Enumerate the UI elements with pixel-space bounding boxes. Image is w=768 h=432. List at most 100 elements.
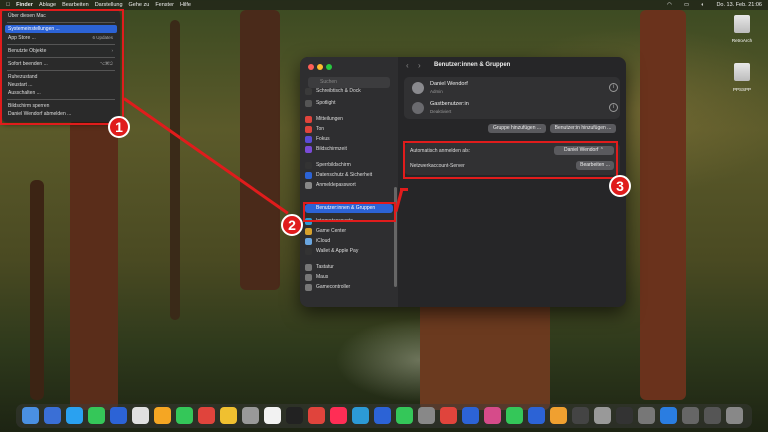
mail-icon[interactable]: [110, 407, 127, 424]
sidebar-item-label: Sperrbildschirm: [316, 162, 351, 168]
desktop-icon-label: RetroArch: [731, 38, 753, 43]
sidebar-item[interactable]: Wallet & Apple Pay: [305, 247, 393, 256]
dock: [16, 404, 752, 428]
system-settings-icon[interactable]: [440, 407, 457, 424]
facetime-icon[interactable]: [176, 407, 193, 424]
annotation-box-3: [403, 141, 618, 179]
user-row-admin[interactable]: Daniel Wendorf Admin i: [412, 79, 622, 99]
podcasts-icon[interactable]: [330, 407, 347, 424]
sidebar-item[interactable]: Game Center: [305, 227, 393, 236]
messages-icon[interactable]: [88, 407, 105, 424]
maps-icon[interactable]: [132, 407, 149, 424]
add-group-button[interactable]: Gruppe hinzufügen ...: [488, 124, 546, 133]
sidebar-item-label: Ton: [316, 126, 325, 132]
sidebar-item-icon: [305, 126, 312, 133]
user-row-guest[interactable]: Gastbenutzer:in Deaktiviert i: [412, 99, 622, 119]
sidebar-item-icon: [305, 284, 312, 291]
tree-trunk: [70, 120, 118, 410]
sidebar-item[interactable]: Fokus: [305, 135, 393, 144]
sidebar-item-icon: [305, 100, 312, 107]
xcode-icon[interactable]: [462, 407, 479, 424]
freeform-icon[interactable]: [264, 407, 281, 424]
forward-icon[interactable]: ›: [418, 61, 421, 70]
avatar: [412, 82, 424, 94]
preview-icon[interactable]: [660, 407, 677, 424]
terminal-icon[interactable]: [616, 407, 633, 424]
control-center-icon[interactable]: ◐: [701, 0, 704, 10]
menu-hilfe[interactable]: Hilfe: [180, 0, 191, 10]
guest-avatar: [412, 102, 424, 114]
wifi-icon[interactable]: ◠: [667, 0, 672, 10]
photos-icon[interactable]: [154, 407, 171, 424]
audio-icon[interactable]: [572, 407, 589, 424]
sidebar-item[interactable]: iCloud: [305, 237, 393, 246]
sidebar-item[interactable]: Mitteilungen: [305, 115, 393, 124]
game-icon[interactable]: [484, 407, 501, 424]
annotation-line: [400, 188, 408, 191]
sidebar-item-label: Datenschutz & Sicherheit: [316, 172, 373, 178]
script-icon[interactable]: [682, 407, 699, 424]
sidebar-item-label: Maus: [316, 274, 329, 280]
ppsspp-disk-icon[interactable]: [734, 63, 750, 81]
safari-icon[interactable]: [66, 407, 83, 424]
info-icon[interactable]: i: [609, 103, 618, 112]
calendar-icon[interactable]: [198, 407, 215, 424]
tool-icon[interactable]: [638, 407, 655, 424]
sidebar-item[interactable]: Ton: [305, 125, 393, 134]
user-role: Admin: [430, 89, 443, 94]
tree-trunk: [170, 20, 180, 320]
finder-icon[interactable]: [22, 407, 39, 424]
numbers-icon[interactable]: [374, 407, 391, 424]
emulator-icon[interactable]: [506, 407, 523, 424]
settings-content: ‹ › Benutzer:innen & Gruppen Daniel Wend…: [398, 57, 626, 307]
utility-icon[interactable]: [594, 407, 611, 424]
system-settings-window: Suchen Schreibtisch & Dock Spotlight Mitte…: [300, 57, 626, 307]
reminders-icon[interactable]: [242, 407, 259, 424]
sidebar-item[interactable]: Spotlight: [305, 99, 393, 108]
sidebar-item[interactable]: Gamecontroller: [305, 283, 393, 292]
sidebar-item[interactable]: Tastatur: [305, 263, 393, 272]
close-window-icon[interactable]: [308, 64, 314, 70]
sidebar-item[interactable]: Datenschutz & Sicherheit: [305, 171, 393, 180]
zoom-window-icon[interactable]: [326, 64, 332, 70]
pages-icon[interactable]: [396, 407, 413, 424]
sidebar-item-label: Anmeldepasswort: [316, 182, 356, 188]
minimize-window-icon[interactable]: [317, 64, 323, 70]
notes-icon[interactable]: [220, 407, 237, 424]
clock[interactable]: Do. 13. Feb. 21:06: [716, 0, 762, 10]
sidebar-item-label: Spotlight: [316, 100, 336, 106]
menu-fenster[interactable]: Fenster: [155, 0, 174, 10]
trash-icon[interactable]: [726, 407, 743, 424]
sidebar-item-icon: [305, 162, 312, 169]
annotation-box-1: [0, 9, 124, 125]
sidebar-item-icon: [305, 146, 312, 153]
music-icon[interactable]: [308, 407, 325, 424]
sidebar-item-icon: [305, 228, 312, 235]
sidebar-item-label: iCloud: [316, 238, 331, 244]
sidebar-item[interactable]: Schreibtisch & Dock: [305, 87, 393, 96]
info-icon[interactable]: i: [609, 83, 618, 92]
menu-gehe-zu[interactable]: Gehe zu: [129, 0, 150, 10]
annotation-badge-1: 1: [108, 116, 130, 138]
sidebar-item[interactable]: Maus: [305, 273, 393, 282]
dock-app-icon[interactable]: [704, 407, 721, 424]
back-icon[interactable]: ‹: [406, 61, 409, 70]
settings-sidebar: Suchen Schreibtisch & Dock Spotlight Mitte…: [300, 57, 398, 307]
sidebar-item[interactable]: Sperrbildschirm: [305, 161, 393, 170]
battery-icon[interactable]: ▭: [684, 0, 689, 10]
user-role: Deaktiviert: [430, 109, 452, 114]
retroarch-disk-icon[interactable]: [734, 15, 750, 33]
sidebar-item-icon: [305, 88, 312, 95]
keynote-icon[interactable]: [352, 407, 369, 424]
app-store-icon[interactable]: [418, 407, 435, 424]
sidebar-item-icon: [305, 172, 312, 179]
annotation-box-2: [303, 202, 396, 222]
launchpad-icon[interactable]: [44, 407, 61, 424]
sidebar-item[interactable]: Anmeldepasswort: [305, 181, 393, 190]
sidebar-item-icon: [305, 136, 312, 143]
ppsspp-icon[interactable]: [550, 407, 567, 424]
tv-icon[interactable]: [286, 407, 303, 424]
retroarch-icon[interactable]: [528, 407, 545, 424]
add-user-button[interactable]: Benutzer:in hinzufügen ...: [550, 124, 616, 133]
sidebar-item[interactable]: Bildschirmzeit: [305, 145, 393, 154]
